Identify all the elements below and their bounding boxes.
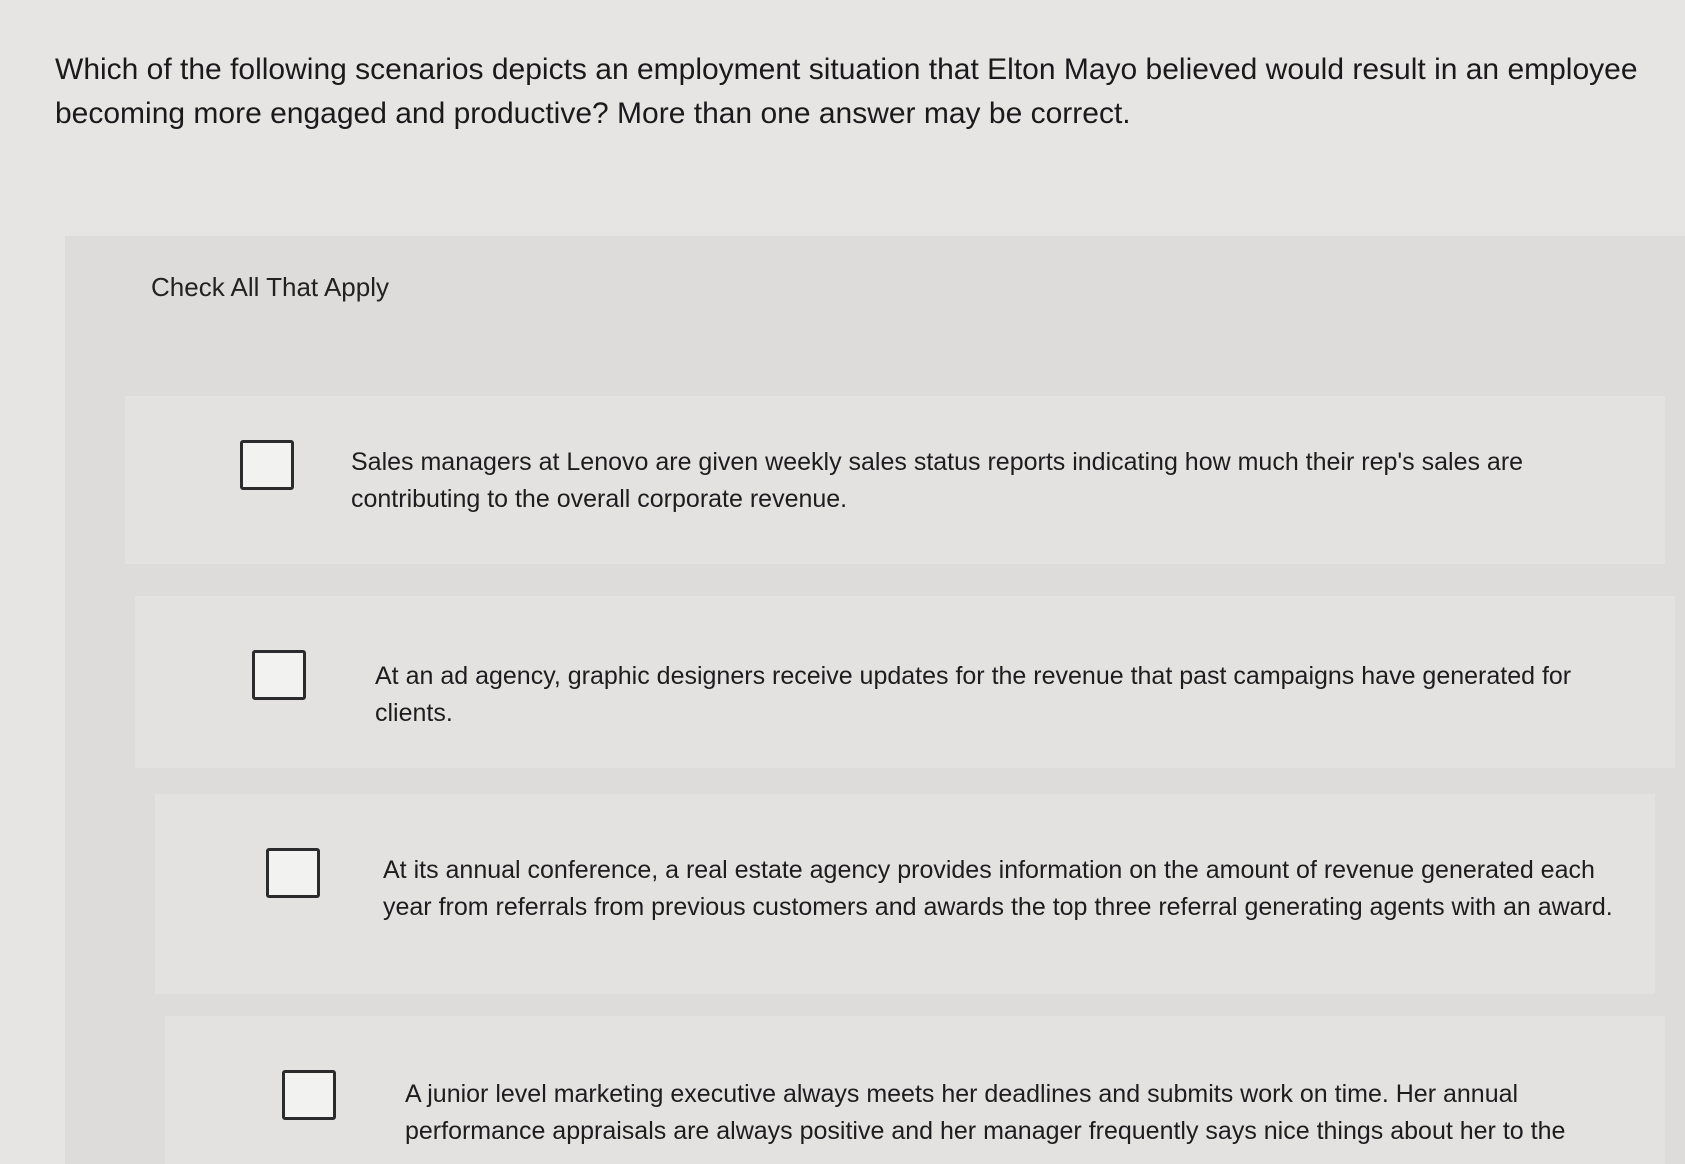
answer-panel: Check All That Apply Sales managers at L… xyxy=(65,236,1685,1164)
option-1-label[interactable]: Sales managers at Lenovo are given weekl… xyxy=(351,444,1621,518)
option-4-label[interactable]: A junior level marketing executive alway… xyxy=(405,1076,1635,1150)
checkbox-option-1[interactable] xyxy=(240,440,294,490)
answer-option-1[interactable]: Sales managers at Lenovo are given weekl… xyxy=(125,396,1665,564)
check-all-instruction: Check All That Apply xyxy=(151,272,389,302)
question-text: Which of the following scenarios depicts… xyxy=(55,53,1638,130)
option-2-label[interactable]: At an ad agency, graphic designers recei… xyxy=(375,658,1635,732)
answer-option-3[interactable]: At its annual conference, a real estate … xyxy=(155,794,1655,994)
answer-option-2[interactable]: At an ad agency, graphic designers recei… xyxy=(135,596,1675,768)
checkbox-option-2[interactable] xyxy=(252,650,306,700)
checkbox-option-4[interactable] xyxy=(282,1070,336,1120)
checkbox-option-3[interactable] xyxy=(266,848,320,898)
option-3-label[interactable]: At its annual conference, a real estate … xyxy=(383,852,1633,926)
answer-option-4[interactable]: A junior level marketing executive alway… xyxy=(165,1016,1665,1164)
